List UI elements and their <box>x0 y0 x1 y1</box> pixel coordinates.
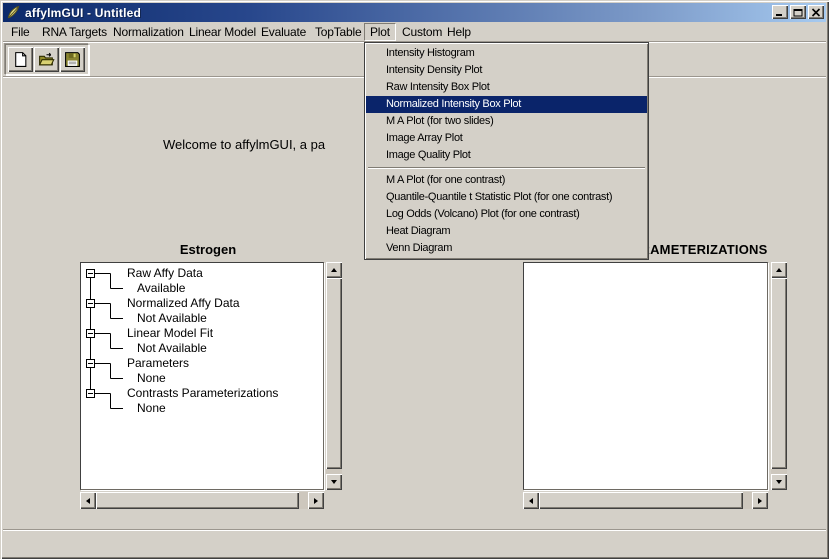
app-window: affylmGUI - Untitled File RNA Targets No… <box>0 0 829 559</box>
arrow-right-icon <box>758 498 762 504</box>
right-tree-panel <box>523 262 768 490</box>
scroll-left-button[interactable] <box>523 492 539 509</box>
menu-item[interactable]: Venn Diagram <box>366 240 647 257</box>
menu-linear-model[interactable]: Linear Model <box>189 22 256 42</box>
menu-item[interactable]: Heat Diagram <box>366 223 647 240</box>
menu-item[interactable]: M A Plot (for two slides) <box>366 113 647 130</box>
scroll-up-button[interactable] <box>771 262 787 278</box>
arrow-down-icon <box>776 480 782 484</box>
close-button[interactable] <box>808 5 824 19</box>
menu-plot[interactable]: Plot <box>364 23 396 41</box>
menu-item[interactable]: Log Odds (Volcano) Plot (for one contras… <box>366 206 647 223</box>
menu-item-highlighted[interactable]: Normalized Intensity Box Plot <box>366 96 647 113</box>
expand-box-icon[interactable] <box>86 269 95 278</box>
tree-node-label[interactable]: Raw Affy Data <box>82 266 322 281</box>
menu-item[interactable]: Image Array Plot <box>366 130 647 147</box>
left-horizontal-scrollbar[interactable] <box>80 492 324 509</box>
menu-toptable[interactable]: TopTable <box>315 22 361 42</box>
menu-separator <box>368 167 645 169</box>
save-file-button[interactable] <box>60 47 85 72</box>
new-document-icon <box>12 51 29 68</box>
scroll-right-button[interactable] <box>308 492 324 509</box>
scroll-down-button[interactable] <box>326 474 342 490</box>
new-file-button[interactable] <box>8 47 33 72</box>
left-tree-panel: Raw Affy Data Available Normalized Affy … <box>80 262 324 490</box>
left-vertical-scrollbar[interactable] <box>326 262 342 490</box>
arrow-up-icon <box>331 268 337 272</box>
right-horizontal-scrollbar[interactable] <box>523 492 768 509</box>
tree-node-label[interactable]: Linear Model Fit <box>82 326 322 341</box>
menu-normalization[interactable]: Normalization <box>113 22 184 42</box>
left-panel-title: Estrogen <box>77 242 339 258</box>
arrow-up-icon <box>776 268 782 272</box>
menu-bar: File RNA Targets Normalization Linear Mo… <box>3 22 826 42</box>
menu-item[interactable]: Raw Intensity Box Plot <box>366 79 647 96</box>
expand-box-icon[interactable] <box>86 329 95 338</box>
window-title: affylmGUI - Untitled <box>25 6 141 20</box>
menu-item[interactable]: Intensity Density Plot <box>366 62 647 79</box>
scrollbar-thumb[interactable] <box>539 492 743 509</box>
tree-rows: Raw Affy Data Available Normalized Affy … <box>82 264 322 416</box>
arrow-left-icon <box>529 498 533 504</box>
close-icon <box>811 8 821 17</box>
status-bar <box>3 533 826 555</box>
menu-rna-targets[interactable]: RNA Targets <box>42 22 107 42</box>
expand-box-icon[interactable] <box>86 389 95 398</box>
minimize-icon <box>775 8 785 17</box>
minimize-button[interactable] <box>772 5 788 19</box>
plot-menu: Intensity Histogram Intensity Density Pl… <box>364 42 649 260</box>
menu-help[interactable]: Help <box>447 22 471 42</box>
tree-node-status[interactable]: Not Available <box>82 311 322 326</box>
scrollbar-thumb[interactable] <box>771 278 787 469</box>
tree-node-label[interactable]: Normalized Affy Data <box>82 296 322 311</box>
tree-node-label[interactable]: Contrasts Parameterizations <box>82 386 322 401</box>
menu-item[interactable]: Image Quality Plot <box>366 147 647 164</box>
tree-node-label[interactable]: Parameters <box>82 356 322 371</box>
tree-node-status[interactable]: Available <box>82 281 322 296</box>
scroll-left-button[interactable] <box>80 492 96 509</box>
scrollbar-thumb[interactable] <box>326 278 342 469</box>
maximize-icon <box>793 8 803 17</box>
expand-box-icon[interactable] <box>86 359 95 368</box>
menu-file[interactable]: File <box>11 22 30 42</box>
right-vertical-scrollbar[interactable] <box>771 262 787 490</box>
arrow-right-icon <box>314 498 318 504</box>
expand-box-icon[interactable] <box>86 299 95 308</box>
arrow-down-icon <box>331 480 337 484</box>
save-floppy-icon <box>64 51 81 68</box>
tree-node-status[interactable]: None <box>82 371 322 386</box>
menu-item[interactable]: Intensity Histogram <box>366 45 647 62</box>
menu-item[interactable]: Quantile-Quantile t Statistic Plot (for … <box>366 189 647 206</box>
feather-icon <box>6 5 21 20</box>
welcome-text: Welcome to affylmGUI, a pa <box>163 137 325 152</box>
maximize-button[interactable] <box>790 5 806 19</box>
open-folder-icon <box>38 51 55 68</box>
tree-node-status[interactable]: Not Available <box>82 341 322 356</box>
scroll-down-button[interactable] <box>771 474 787 490</box>
toolbar <box>5 44 89 75</box>
open-file-button[interactable] <box>34 47 59 72</box>
scroll-right-button[interactable] <box>752 492 768 509</box>
menu-item[interactable]: M A Plot (for one contrast) <box>366 172 647 189</box>
scroll-up-button[interactable] <box>326 262 342 278</box>
scrollbar-thumb[interactable] <box>96 492 299 509</box>
arrow-left-icon <box>86 498 90 504</box>
title-bar[interactable]: affylmGUI - Untitled <box>3 3 826 22</box>
menu-evaluate[interactable]: Evaluate <box>261 22 306 42</box>
menu-custom[interactable]: Custom <box>402 22 442 42</box>
tree-node-status[interactable]: None <box>82 401 322 416</box>
